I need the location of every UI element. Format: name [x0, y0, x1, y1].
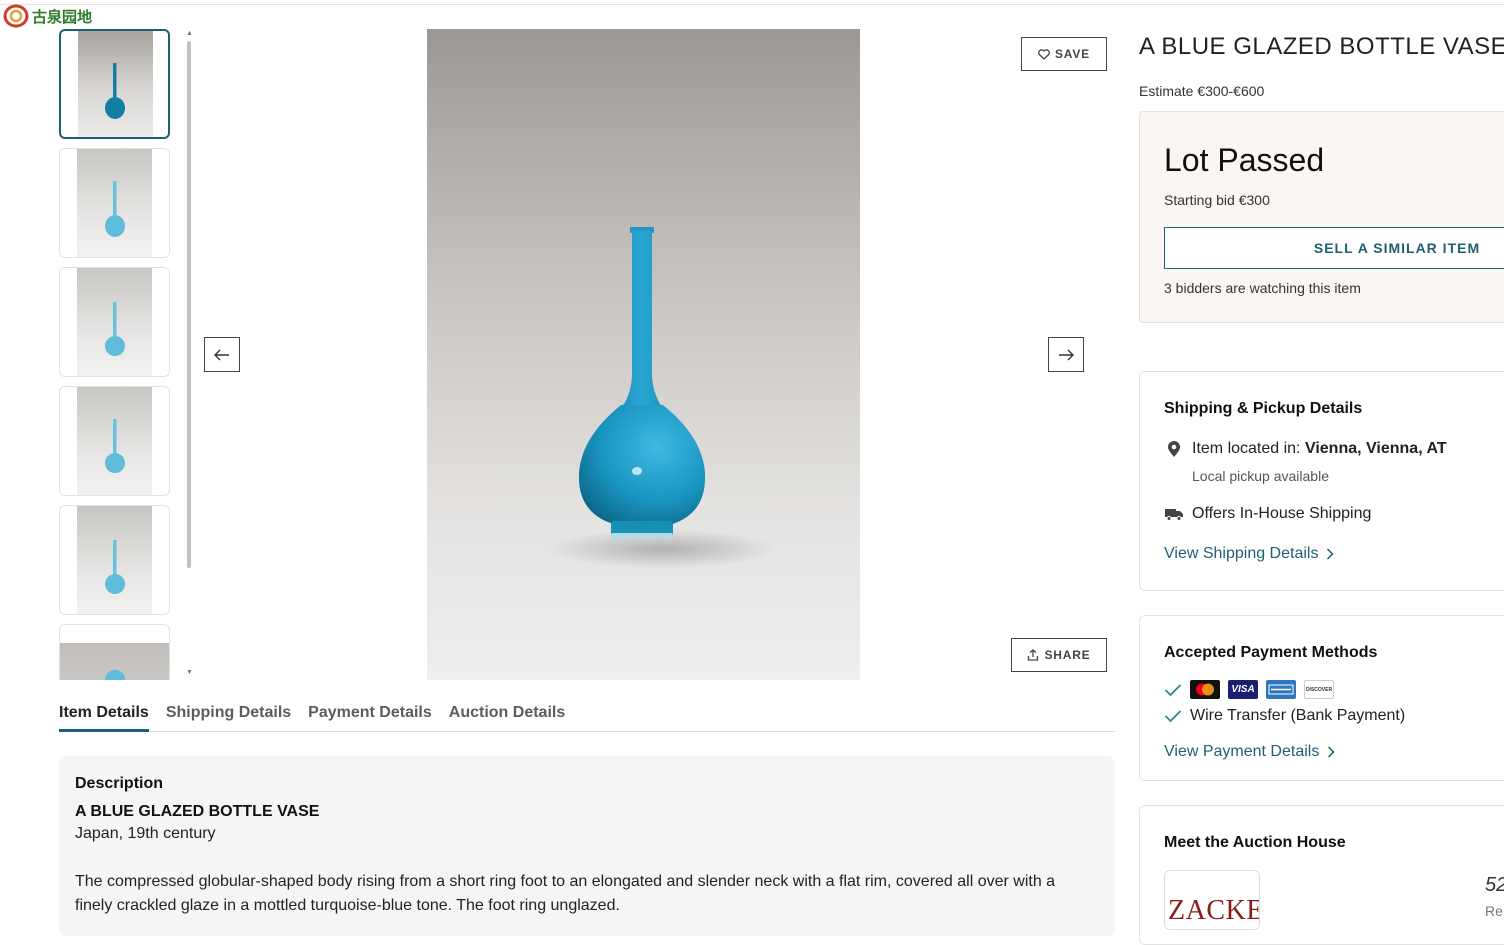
- thumbnail-2[interactable]: [59, 148, 170, 258]
- share-icon: [1028, 649, 1039, 661]
- truck-icon: [1165, 509, 1183, 521]
- auction-house-logo-text: ZACKE: [1168, 895, 1260, 926]
- next-image-button[interactable]: [1048, 337, 1084, 372]
- share-button[interactable]: SHARE: [1011, 638, 1107, 672]
- thumbnail-3[interactable]: [59, 267, 170, 377]
- location-value: Vienna, Vienna, AT: [1304, 440, 1447, 457]
- item-location: Item located in: Vienna, Vienna, AT: [1164, 439, 1447, 459]
- description-heading: Description: [75, 775, 164, 792]
- view-payment-details-link[interactable]: View Payment Details: [1164, 743, 1335, 761]
- vase-image-icon: [104, 181, 125, 237]
- starting-bid: Starting bid €300: [1164, 192, 1270, 208]
- watchers-count: 3 bidders are watching this item: [1164, 280, 1361, 296]
- heart-icon: [1038, 48, 1050, 60]
- location-prefix: Item located in:: [1192, 440, 1305, 457]
- scrollbar-thumb[interactable]: [187, 41, 191, 568]
- vase-image-icon: [104, 63, 125, 119]
- amex-icon: [1266, 680, 1296, 699]
- check-icon: [1164, 683, 1182, 696]
- top-divider: [0, 4, 1504, 5]
- map-pin-icon: [1168, 441, 1180, 457]
- arrow-right-icon: [1059, 349, 1074, 360]
- in-house-shipping-label: Offers In-House Shipping: [1192, 505, 1372, 522]
- watermark-text: 古泉园地: [32, 7, 93, 26]
- thumbnail-1[interactable]: [59, 29, 170, 139]
- shipping-card: Shipping & Pickup Details Item located i…: [1139, 371, 1504, 591]
- auction-house-logo[interactable]: ZACKE: [1164, 870, 1260, 930]
- arrow-left-icon: [214, 349, 229, 360]
- tab-auction-details[interactable]: Auction Details: [449, 704, 565, 732]
- sell-similar-item-button[interactable]: SELL A SIMILAR ITEM: [1164, 227, 1504, 269]
- view-payment-details-label: View Payment Details: [1164, 743, 1320, 760]
- description-title: A BLUE GLAZED BOTTLE VASE: [75, 803, 320, 820]
- vase-image-icon: [104, 670, 125, 680]
- vase-image-icon: [104, 540, 125, 594]
- description-body: The compressed globular-shaped body risi…: [75, 873, 1056, 914]
- auction-house-heading: Meet the Auction House: [1164, 834, 1346, 851]
- view-shipping-details-link[interactable]: View Shipping Details: [1164, 545, 1335, 563]
- wire-transfer-label: Wire Transfer (Bank Payment): [1190, 707, 1406, 724]
- scroll-up-icon[interactable]: ▲: [186, 30, 193, 37]
- thumbnail-4[interactable]: [59, 386, 170, 496]
- thumbnail-list: [59, 29, 171, 680]
- card-payments: VISA DISCOVER: [1164, 680, 1334, 699]
- auction-house-stat: 52: [1485, 874, 1504, 896]
- vase-image-icon: [104, 419, 125, 473]
- watermark: 古泉园地: [2, 3, 92, 29]
- visa-icon: VISA: [1228, 680, 1258, 699]
- save-label: SAVE: [1055, 47, 1090, 61]
- view-shipping-details-label: View Shipping Details: [1164, 545, 1319, 562]
- scroll-down-icon[interactable]: ▼: [186, 669, 193, 676]
- local-pickup: Local pickup available: [1192, 468, 1329, 484]
- description-origin: Japan, 19th century: [75, 825, 216, 842]
- main-product-image: [427, 29, 860, 680]
- tab-item-details[interactable]: Item Details: [59, 704, 149, 732]
- chevron-right-icon: [1327, 548, 1335, 560]
- auction-house-stat-label: Re: [1485, 903, 1503, 919]
- wire-transfer: Wire Transfer (Bank Payment): [1164, 707, 1405, 725]
- lot-status: Lot Passed: [1164, 142, 1325, 178]
- payment-heading: Accepted Payment Methods: [1164, 644, 1378, 661]
- check-icon: [1164, 710, 1182, 723]
- thumbnail-scrollbar[interactable]: ▲ ▼: [185, 30, 193, 679]
- tab-shipping-details[interactable]: Shipping Details: [166, 704, 291, 732]
- share-label: SHARE: [1044, 648, 1091, 662]
- payment-card: Accepted Payment Methods VISA DISCOVER W…: [1139, 615, 1504, 781]
- auction-house-card: Meet the Auction House ZACKE: [1139, 805, 1504, 945]
- lot-title: A BLUE GLAZED BOTTLE VASE: [1139, 33, 1504, 60]
- shipping-heading: Shipping & Pickup Details: [1164, 400, 1363, 417]
- lot-estimate: Estimate €300-€600: [1139, 83, 1265, 99]
- vase-image-icon: [104, 302, 125, 356]
- thumbnail-6[interactable]: [59, 624, 170, 680]
- in-house-shipping: Offers In-House Shipping: [1164, 505, 1371, 523]
- description-panel: Description A BLUE GLAZED BOTTLE VASE Ja…: [59, 756, 1115, 936]
- lot-status-panel: Lot Passed Starting bid €300 SELL A SIMI…: [1139, 111, 1504, 323]
- vase-image-icon: [579, 227, 705, 539]
- chevron-right-icon: [1328, 746, 1335, 758]
- thumbnail-5[interactable]: [59, 505, 170, 615]
- discover-icon: DISCOVER: [1304, 680, 1334, 699]
- tab-payment-details[interactable]: Payment Details: [308, 704, 432, 732]
- mastercard-icon: [1190, 680, 1220, 699]
- previous-image-button[interactable]: [204, 337, 240, 372]
- save-button[interactable]: SAVE: [1021, 37, 1107, 71]
- details-tabs: Item Details Shipping Details Payment De…: [59, 704, 1115, 732]
- watermark-logo-icon: [3, 4, 29, 28]
